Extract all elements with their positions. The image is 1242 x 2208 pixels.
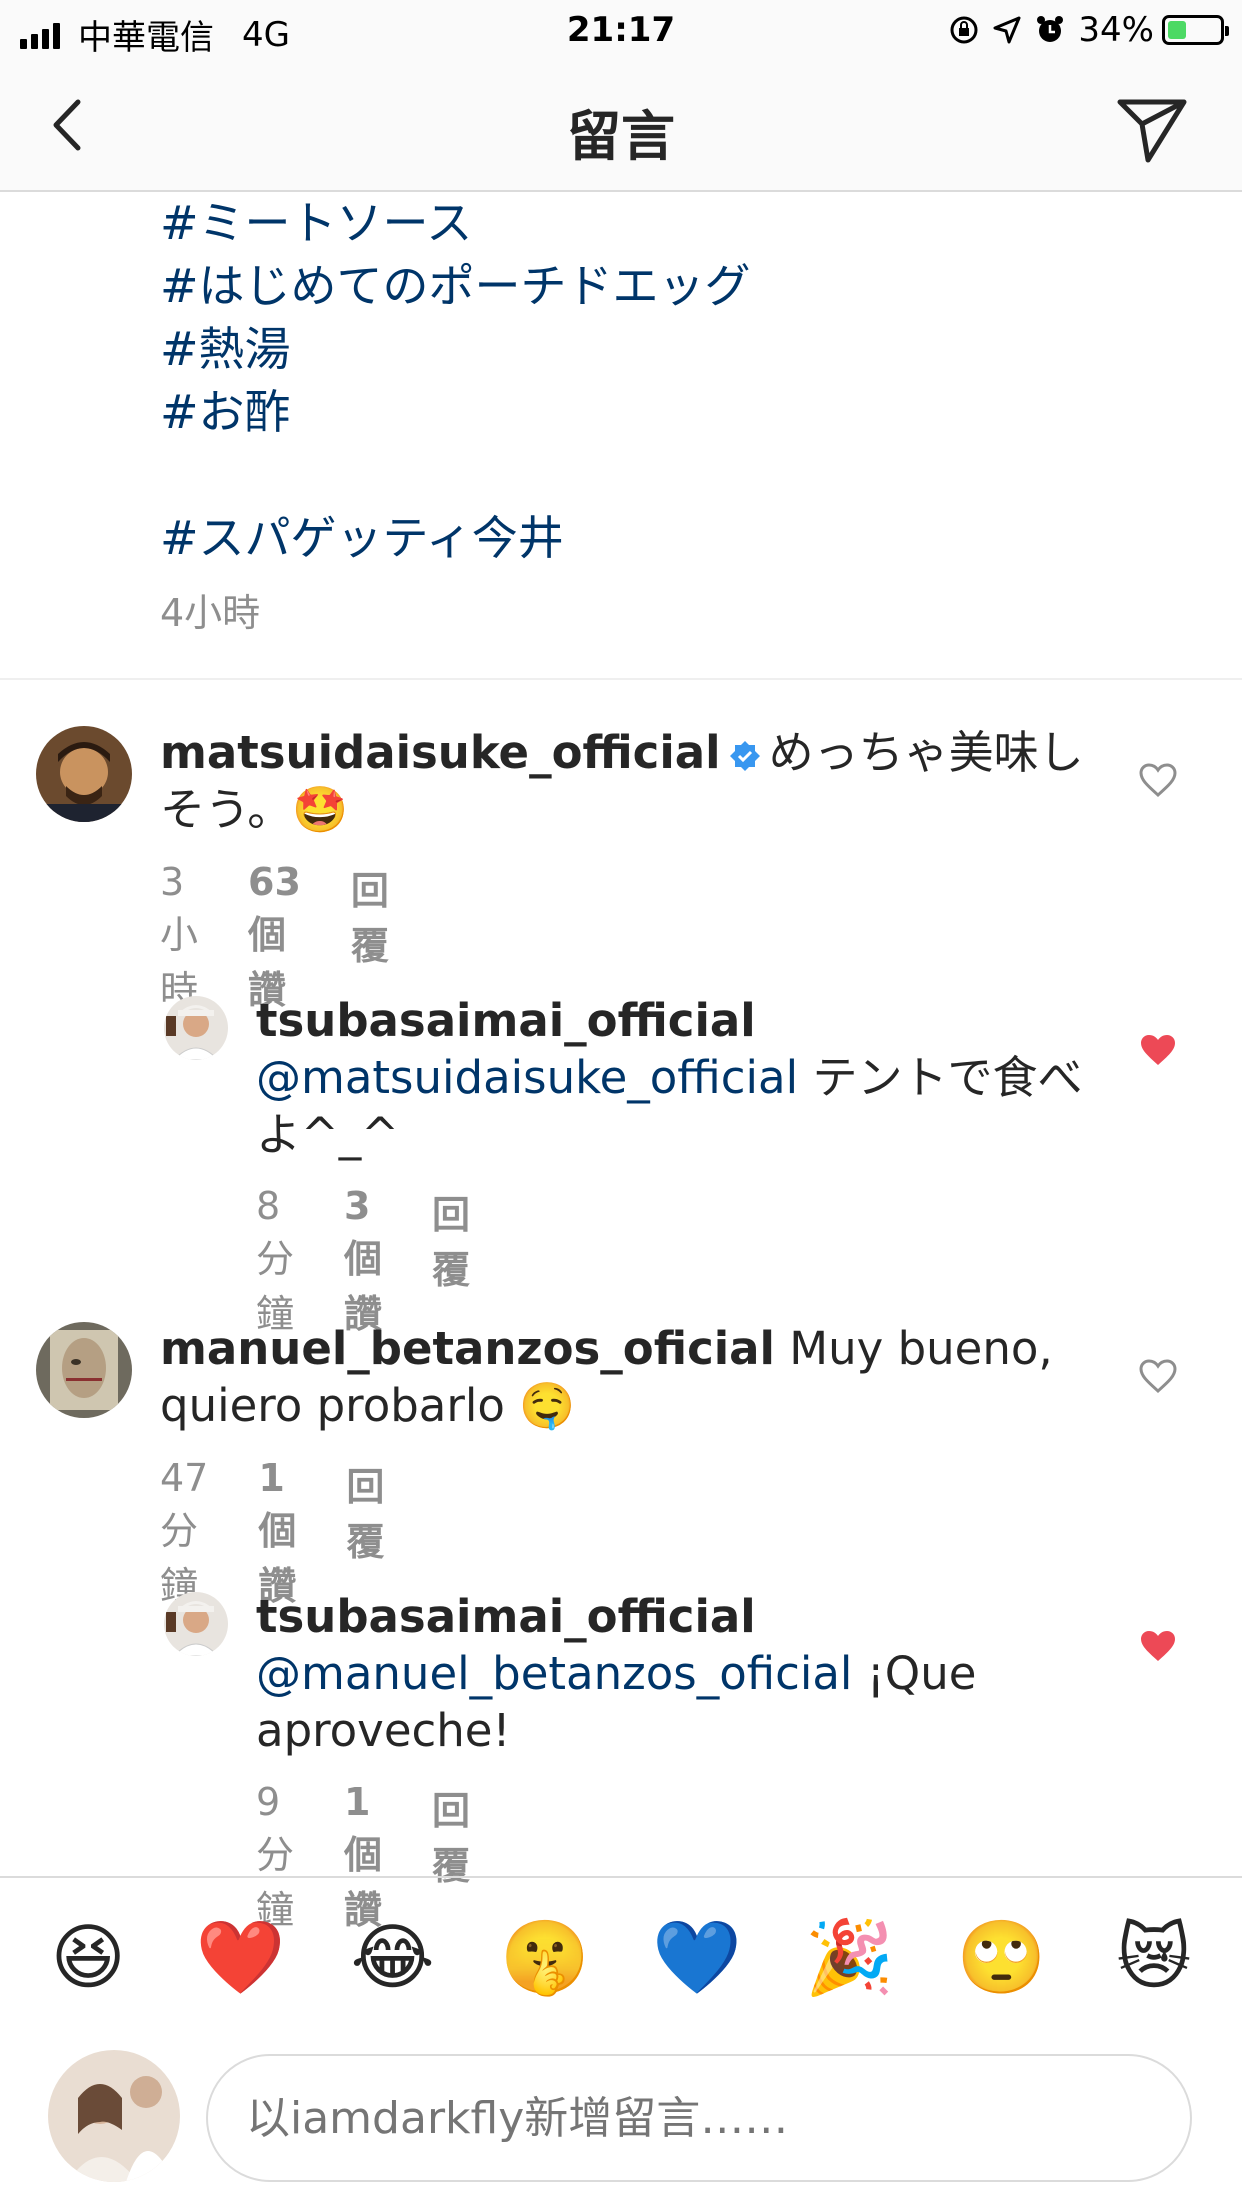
comment-username[interactable]: tsubasaimai_official bbox=[256, 1590, 756, 1643]
location-icon bbox=[993, 16, 1021, 44]
mention-link[interactable]: @manuel_betanzos_oficial bbox=[256, 1647, 852, 1700]
comment-username[interactable]: tsubasaimai_official bbox=[256, 994, 756, 1047]
comment-body: manuel_betanzos_oficial Muy bueno, quier… bbox=[160, 1320, 1090, 1434]
page-title: 留言 bbox=[567, 105, 675, 168]
commenter-avatar[interactable] bbox=[164, 1592, 228, 1656]
comment-body: tsubasaimai_official @manuel_betanzos_of… bbox=[256, 1588, 1086, 1759]
send-direct-icon[interactable] bbox=[1112, 88, 1192, 168]
emoji-quick-bar: 😆 ❤️ 😂 🤫 💙 🎉 🙄 😿 bbox=[0, 1876, 1242, 2036]
battery-percent: 34% bbox=[1078, 10, 1154, 50]
comment-like-count[interactable]: 63個讚 bbox=[248, 860, 301, 1014]
laughing-emoji-button[interactable]: 😆 bbox=[38, 1915, 138, 1999]
reply-button[interactable]: 回覆 bbox=[346, 1456, 384, 1610]
heart-outline-icon[interactable] bbox=[1138, 1358, 1178, 1394]
post-caption: #ミートソース #はじめてのポーチドエッグ #熱湯 #お酢 #スパゲッティ今井 bbox=[160, 192, 751, 570]
comment-meta: 8分鐘 3個讚 回覆 bbox=[256, 1184, 520, 1338]
heart-filled-icon[interactable] bbox=[1138, 1032, 1178, 1068]
status-right: 34% bbox=[936, 10, 1229, 50]
eye-roll-emoji-button[interactable]: 🙄 bbox=[952, 1915, 1052, 2000]
comment-input[interactable] bbox=[206, 2054, 1192, 2182]
commenter-avatar[interactable] bbox=[164, 996, 228, 1060]
commenter-avatar[interactable] bbox=[36, 726, 132, 822]
mention-link[interactable]: @matsuidaisuke_official bbox=[256, 1051, 798, 1104]
comment-meta: 47分鐘 1個讚 回覆 bbox=[160, 1456, 434, 1610]
current-user-avatar bbox=[48, 2050, 180, 2182]
comment-like-count[interactable]: 3個讚 bbox=[344, 1184, 382, 1338]
comment-body: tsubasaimai_official @matsuidaisuke_offi… bbox=[256, 992, 1086, 1163]
caption-divider bbox=[0, 678, 1242, 680]
commenter-avatar[interactable] bbox=[36, 1322, 132, 1418]
reply-button[interactable]: 回覆 bbox=[432, 1184, 470, 1338]
tears-of-joy-emoji-button[interactable]: 😂 bbox=[343, 1915, 443, 1999]
status-bar: 中華電信 4G 21:17 34% bbox=[0, 0, 1242, 62]
caption-timestamp: 4小時 bbox=[160, 591, 261, 635]
comment-composer bbox=[0, 2036, 1242, 2208]
nav-bar: 留言 bbox=[0, 62, 1242, 192]
comment-body: matsuidaisuke_official めっちゃ美味しそう。🤩 bbox=[160, 724, 1090, 838]
orientation-lock-icon bbox=[950, 16, 978, 44]
comment-time: 3小時 bbox=[160, 860, 199, 1012]
battery-icon bbox=[1162, 15, 1229, 45]
hashtag-link[interactable]: #お酢 bbox=[160, 381, 751, 444]
comment-username[interactable]: manuel_betanzos_oficial bbox=[160, 1322, 775, 1375]
party-popper-emoji-button[interactable]: 🎉 bbox=[799, 1915, 899, 2000]
comment-username[interactable]: matsuidaisuke_official bbox=[160, 726, 721, 779]
comment-time: 8分鐘 bbox=[256, 1184, 295, 1336]
hashtag-link[interactable]: #はじめてのポーチドエッグ bbox=[160, 255, 751, 318]
comment-meta: 3小時 63個讚 回覆 bbox=[160, 860, 439, 1014]
red-heart-emoji-button[interactable]: ❤️ bbox=[190, 1915, 290, 2000]
alarm-icon bbox=[1037, 16, 1064, 42]
comment-time: 47分鐘 bbox=[160, 1456, 209, 1608]
blue-heart-emoji-button[interactable]: 💙 bbox=[647, 1915, 747, 2000]
heart-filled-icon[interactable] bbox=[1138, 1628, 1178, 1664]
shushing-emoji-button[interactable]: 🤫 bbox=[495, 1915, 595, 2000]
hashtag-link[interactable]: #熱湯 bbox=[160, 318, 751, 381]
reply-button[interactable]: 回覆 bbox=[351, 860, 389, 1014]
comment-like-count[interactable]: 1個讚 bbox=[258, 1456, 296, 1610]
verified-badge-icon bbox=[729, 741, 760, 771]
hashtag-link[interactable]: #スパゲッティ今井 bbox=[160, 507, 751, 570]
heart-outline-icon[interactable] bbox=[1138, 762, 1178, 798]
hashtag-link[interactable]: #ミートソース bbox=[160, 192, 751, 255]
crying-cat-emoji-button[interactable]: 😿 bbox=[1104, 1915, 1204, 1999]
